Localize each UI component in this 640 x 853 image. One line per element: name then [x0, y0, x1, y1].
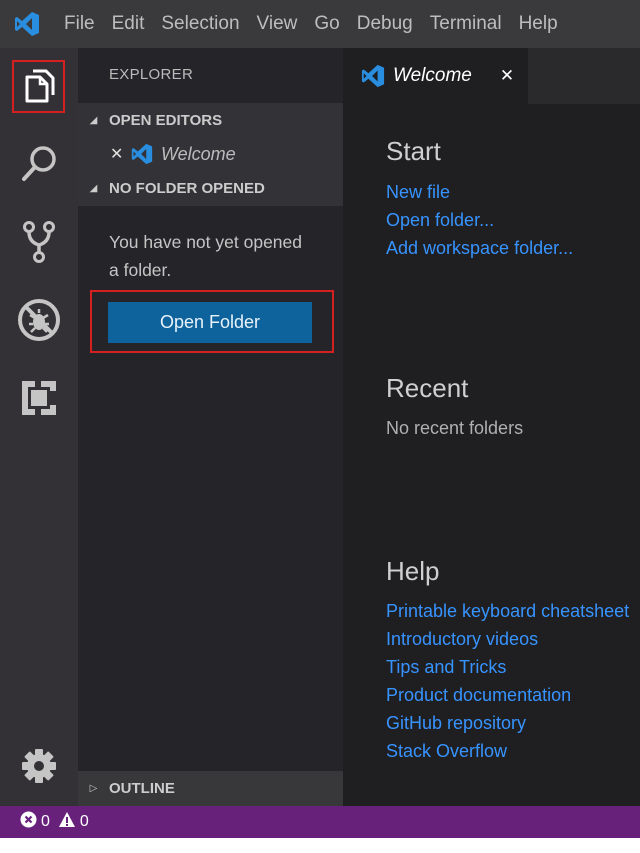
outline-section-header[interactable]: ▷ OUTLINE [78, 771, 343, 806]
warning-count: 0 [79, 813, 89, 830]
product-documentation-link[interactable]: Product documentation [386, 681, 629, 709]
menu-edit[interactable]: Edit [112, 0, 145, 48]
menu-help[interactable]: Help [519, 0, 558, 48]
expanded-triangle-icon: ◢ [89, 114, 98, 126]
activity-debug[interactable] [0, 290, 78, 350]
problems-indicator[interactable]: 0 0 [20, 811, 91, 833]
tab-close-icon[interactable]: ✕ [500, 66, 514, 86]
add-workspace-folder-link[interactable]: Add workspace folder... [386, 234, 573, 262]
activity-source-control[interactable] [0, 212, 78, 272]
menu-debug[interactable]: Debug [357, 0, 413, 48]
new-file-link[interactable]: New file [386, 178, 573, 206]
menu-file[interactable]: File [64, 0, 95, 48]
tab-label: Welcome [393, 65, 472, 86]
source-control-icon [22, 220, 56, 264]
search-icon [19, 144, 59, 184]
no-folder-label: NO FOLDER OPENED [109, 179, 265, 197]
vscode-icon [131, 143, 153, 165]
github-repository-link[interactable]: GitHub repository [386, 709, 629, 737]
gear-icon [21, 748, 57, 784]
activity-bar [0, 48, 78, 806]
open-folder-link[interactable]: Open folder... [386, 206, 573, 234]
activity-search[interactable] [0, 134, 78, 194]
open-folder-button[interactable]: Open Folder [108, 302, 312, 343]
menu-go[interactable]: Go [314, 0, 339, 48]
error-count: 0 [41, 813, 50, 830]
outline-label: OUTLINE [109, 780, 175, 797]
open-editor-name: Welcome [161, 143, 236, 164]
no-folder-header[interactable]: ◢ NO FOLDER OPENED [78, 173, 343, 203]
expanded-triangle-icon: ◢ [89, 182, 98, 194]
activity-extensions[interactable] [0, 368, 78, 428]
recent-heading: Recent [386, 373, 469, 403]
menu-terminal[interactable]: Terminal [430, 0, 502, 48]
help-links: Printable keyboard cheatsheet Introducto… [386, 597, 629, 765]
collapsed-triangle-icon: ▷ [89, 783, 98, 794]
error-icon [20, 811, 37, 833]
debug-icon [16, 297, 62, 343]
keyboard-cheatsheet-link[interactable]: Printable keyboard cheatsheet [386, 597, 629, 625]
tab-bar: Welcome ✕ [343, 48, 640, 104]
introductory-videos-link[interactable]: Introductory videos [386, 625, 629, 653]
stack-overflow-link[interactable]: Stack Overflow [386, 737, 629, 765]
open-editors-header[interactable]: ◢ OPEN EDITORS [78, 105, 343, 135]
no-folder-message: You have not yet opened a folder. [109, 232, 302, 280]
explorer-sidebar: EXPLORER ◢ OPEN EDITORS ✕ Welcome ◢ NO F… [78, 48, 343, 806]
open-editors-section: ◢ OPEN EDITORS ✕ Welcome ◢ NO FOLDER OPE… [78, 103, 343, 206]
activity-manage[interactable] [0, 736, 78, 796]
editor-area: Welcome ✕ Start New file Open folder... … [343, 48, 640, 806]
status-bar: 0 0 [0, 806, 640, 838]
no-recent-folders-text: No recent folders [386, 418, 524, 438]
warning-icon [58, 811, 76, 833]
extensions-icon [20, 379, 58, 417]
tab-welcome[interactable]: Welcome ✕ [343, 48, 528, 104]
activity-explorer[interactable] [0, 56, 78, 116]
start-links: New file Open folder... Add workspace fo… [386, 178, 573, 262]
menu-selection[interactable]: Selection [161, 0, 239, 48]
sidebar-title: EXPLORER [109, 66, 194, 83]
menu-bar: File Edit Selection View Go Debug Termin… [0, 0, 640, 48]
menu-view[interactable]: View [257, 0, 298, 48]
start-heading: Start [386, 136, 441, 166]
help-heading: Help [386, 556, 440, 586]
vscode-logo-icon [14, 11, 44, 37]
files-icon [22, 68, 56, 104]
vscode-icon [361, 64, 385, 88]
open-editor-item[interactable]: ✕ Welcome [78, 139, 343, 169]
tips-and-tricks-link[interactable]: Tips and Tricks [386, 653, 629, 681]
open-editors-label: OPEN EDITORS [109, 111, 223, 129]
close-icon[interactable]: ✕ [110, 144, 128, 164]
